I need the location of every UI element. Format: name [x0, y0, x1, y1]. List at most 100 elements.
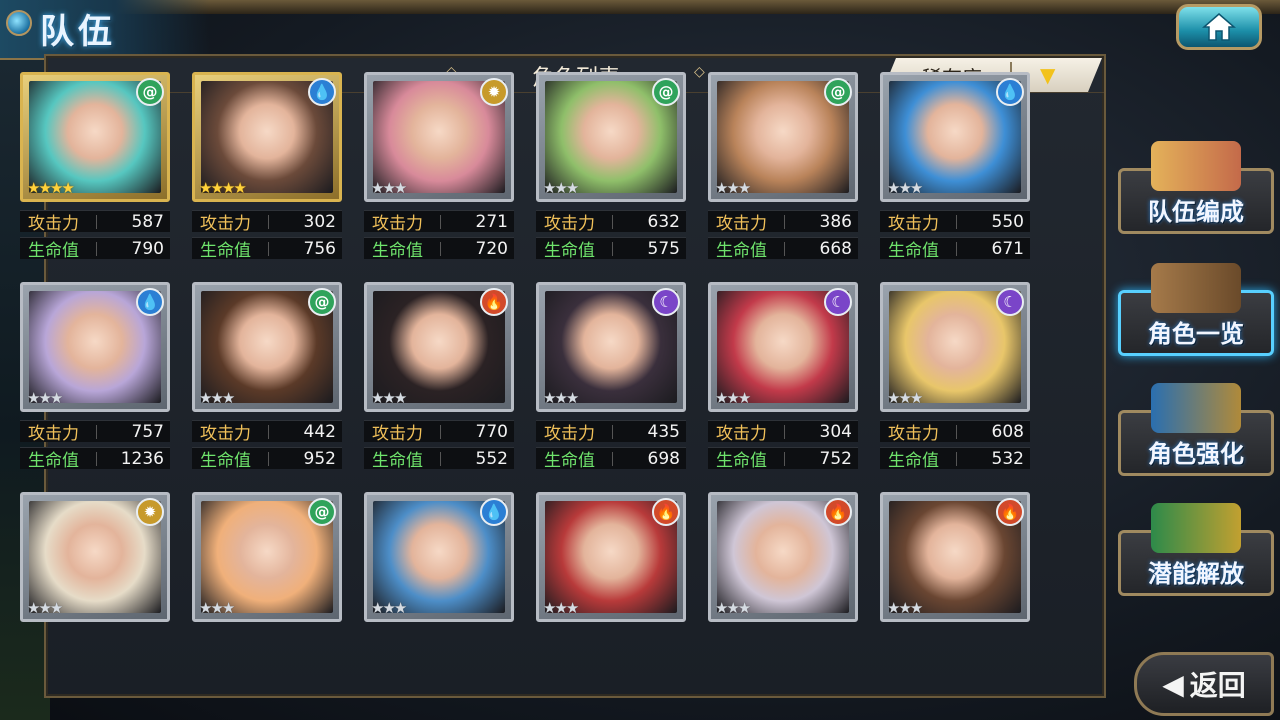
- star-rating: ★★★: [199, 389, 235, 407]
- attack-stat: 攻击力 435: [536, 420, 686, 444]
- stat-value: 442: [303, 421, 336, 442]
- hp-stat: 生命值 952: [192, 447, 342, 471]
- back-button[interactable]: ◀ 返回: [1134, 652, 1274, 716]
- stat-value: 435: [647, 421, 680, 442]
- star-rating: ★★★: [715, 179, 751, 197]
- stat-divider: [612, 242, 613, 256]
- character-card[interactable]: 💧 ★★★: [364, 492, 514, 622]
- attack-stat: 攻击力 386: [708, 210, 858, 234]
- back-arrow-icon: ◀: [1162, 667, 1184, 701]
- character-card[interactable]: ☾ ★★★: [880, 282, 1030, 412]
- chevron-down-icon: ▼: [1040, 63, 1056, 87]
- character-card[interactable]: 🔥 ★★★: [364, 282, 514, 412]
- fire-element-icon: 🔥: [824, 498, 852, 526]
- character-card[interactable]: 💧 ★★★: [880, 72, 1030, 202]
- stat-value: 698: [647, 448, 680, 469]
- page-title: 队伍: [40, 12, 116, 52]
- star-rating: ★★★: [715, 389, 751, 407]
- character-card[interactable]: 💧 ★★★★: [192, 72, 342, 202]
- stat-divider: [268, 452, 269, 466]
- hp-stat: 生命值 698: [536, 447, 686, 471]
- character-card[interactable]: @ ★★★: [536, 72, 686, 202]
- stat-divider: [612, 452, 613, 466]
- attack-stat: 攻击力 608: [880, 420, 1030, 444]
- stat-value: 550: [991, 211, 1024, 232]
- sidebar-item-2[interactable]: 角色强化: [1118, 383, 1274, 476]
- character-card[interactable]: ✹ ★★★: [20, 492, 170, 622]
- character-card[interactable]: ☾ ★★★: [536, 282, 686, 412]
- character-card[interactable]: @ ★★★: [192, 282, 342, 412]
- stat-value: 304: [819, 421, 852, 442]
- stat-label: 生命值: [716, 451, 767, 471]
- character-card[interactable]: 🔥 ★★★: [880, 492, 1030, 622]
- stat-label: 生命值: [200, 451, 251, 471]
- stat-value: 608: [991, 421, 1024, 442]
- hp-stat: 生命值 668: [708, 237, 858, 261]
- character-card[interactable]: 🔥 ★★★: [536, 492, 686, 622]
- attack-stat: 攻击力 757: [20, 420, 170, 444]
- enhance-icon: [1151, 383, 1241, 433]
- star-rating: ★★★: [371, 389, 407, 407]
- stat-label: 攻击力: [200, 424, 251, 444]
- stat-divider: [268, 242, 269, 256]
- character-card[interactable]: @ ★★★★: [20, 72, 170, 202]
- sidebar-item-label: 队伍编成: [1148, 198, 1244, 226]
- stat-divider: [784, 425, 785, 439]
- home-icon: [1202, 13, 1236, 41]
- sidebar-item-label: 角色强化: [1148, 440, 1244, 468]
- wind-element-icon: @: [308, 288, 336, 316]
- stat-value: 532: [991, 448, 1024, 469]
- stat-label: 生命值: [200, 241, 251, 261]
- star-rating: ★★★: [199, 599, 235, 617]
- stat-label: 攻击力: [28, 424, 79, 444]
- sidebar-item-0[interactable]: 队伍编成: [1118, 141, 1274, 234]
- stat-divider: [784, 452, 785, 466]
- stat-value: 770: [475, 421, 508, 442]
- character-card[interactable]: ☾ ★★★: [708, 282, 858, 412]
- stat-value: 271: [475, 211, 508, 232]
- hp-stat: 生命值 532: [880, 447, 1030, 471]
- stat-value: 720: [475, 238, 508, 259]
- wind-element-icon: @: [136, 78, 164, 106]
- stat-divider: [784, 242, 785, 256]
- water-element-icon: 💧: [308, 78, 336, 106]
- fire-element-icon: 🔥: [652, 498, 680, 526]
- stat-divider: [956, 425, 957, 439]
- dark-element-icon: ☾: [996, 288, 1024, 316]
- character-list-panel: ◇ 角色列表 ◇ 稀有度 ▼ @★★★★攻击力587生命值790💧★★★★攻击力…: [20, 54, 1106, 698]
- stat-divider: [440, 425, 441, 439]
- star-rating: ★★★: [887, 389, 923, 407]
- water-element-icon: 💧: [480, 498, 508, 526]
- stat-divider: [96, 215, 97, 229]
- character-card[interactable]: 🔥 ★★★: [708, 492, 858, 622]
- attack-stat: 攻击力 304: [708, 420, 858, 444]
- stat-label: 生命值: [716, 241, 767, 261]
- character-card[interactable]: ✹ ★★★: [364, 72, 514, 202]
- sidebar-item-3[interactable]: 潜能解放: [1118, 503, 1274, 596]
- light-element-icon: ✹: [480, 78, 508, 106]
- title-badge: 队伍: [0, 0, 210, 60]
- stat-label: 攻击力: [716, 424, 767, 444]
- stat-label: 生命值: [544, 451, 595, 471]
- attack-stat: 攻击力 550: [880, 210, 1030, 234]
- star-rating: ★★★: [371, 179, 407, 197]
- stat-label: 攻击力: [372, 214, 423, 234]
- stat-divider: [268, 215, 269, 229]
- character-card[interactable]: 💧 ★★★: [20, 282, 170, 412]
- stat-label: 攻击力: [28, 214, 79, 234]
- home-button[interactable]: [1176, 4, 1262, 50]
- hp-stat: 生命值 752: [708, 447, 858, 471]
- character-card[interactable]: @ ★★★: [708, 72, 858, 202]
- dark-element-icon: ☾: [652, 288, 680, 316]
- stat-value: 552: [475, 448, 508, 469]
- water-element-icon: 💧: [996, 78, 1024, 106]
- stat-label: 生命值: [372, 241, 423, 261]
- potential-icon: [1151, 503, 1241, 553]
- stat-divider: [956, 215, 957, 229]
- hp-stat: 生命值 790: [20, 237, 170, 261]
- star-rating: ★★★: [887, 179, 923, 197]
- stat-divider: [784, 215, 785, 229]
- star-rating: ★★★: [543, 599, 579, 617]
- sidebar-item-1[interactable]: 角色一览: [1118, 263, 1274, 356]
- character-card[interactable]: @ ★★★: [192, 492, 342, 622]
